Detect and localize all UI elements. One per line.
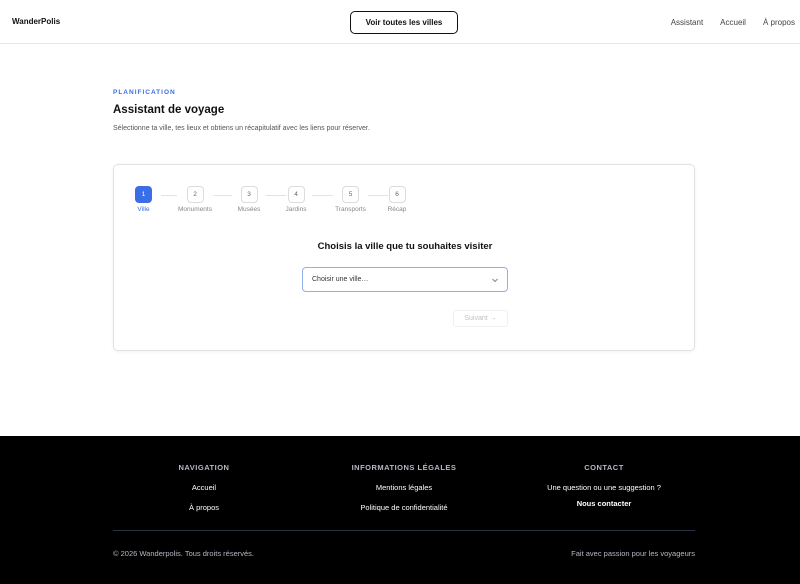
step-label: Musées (237, 206, 261, 213)
view-all-cities-button[interactable]: Voir toutes les villes (350, 11, 458, 34)
footer-copyright: © 2026 Wanderpolis. Tous droits réservés… (113, 549, 255, 558)
step-ville[interactable]: 1 Ville (135, 186, 152, 213)
top-header: WanderPolis Voir toutes les villes Assis… (0, 0, 800, 44)
footer-contact-heading: CONTACT (584, 463, 624, 472)
chevron-down-icon (492, 278, 498, 283)
step-label: Transports (335, 206, 366, 213)
step-recap[interactable]: 6 Récap (388, 186, 406, 213)
page-subtitle: Sélectionne ta ville, tes lieux et obtie… (113, 125, 370, 132)
nav-item-about[interactable]: À propos (763, 18, 795, 27)
brand-logo[interactable]: WanderPolis (12, 17, 60, 26)
nav-item-assistant[interactable]: Assistant (671, 18, 703, 27)
step-label: Jardins (285, 206, 307, 213)
step-number[interactable]: 2 (186, 186, 204, 203)
step-number[interactable]: 1 (135, 186, 152, 203)
footer-link-privacy[interactable]: Politique de confidentialité (314, 503, 494, 512)
step-number[interactable]: 4 (287, 186, 305, 203)
footer-contact-link[interactable]: Nous contacter (514, 499, 694, 508)
city-select[interactable]: Choisir une ville… (302, 267, 508, 292)
step-transports[interactable]: 5 Transports (333, 186, 368, 213)
step-connector (266, 195, 286, 196)
step-connector (161, 195, 177, 196)
footer-divider (113, 530, 695, 531)
main-nav: Assistant Accueil À propos (671, 18, 795, 27)
footer-link-about[interactable]: À propos (114, 503, 294, 512)
footer-link-legal-notice[interactable]: Mentions légales (314, 483, 494, 492)
footer-legal-column: INFORMATIONS LÉGALES Mentions légales Po… (314, 463, 494, 523)
page-title: Assistant de voyage (113, 104, 225, 116)
step-musees[interactable]: 3 Musées (232, 186, 266, 213)
nav-item-home[interactable]: Accueil (720, 18, 746, 27)
footer-contact-text: Une question ou une suggestion ? (547, 483, 661, 492)
step-number[interactable]: 6 (388, 186, 406, 203)
footer-contact-column: CONTACT Une question ou une suggestion ?… (514, 463, 694, 519)
step-connector (368, 195, 388, 196)
step-number[interactable]: 3 (240, 186, 258, 203)
step-label: Monuments (178, 206, 212, 213)
step-jardins[interactable]: 4 Jardins (286, 186, 306, 213)
wizard-card: 1 Ville 2 Monuments 3 Musées 4 Jardins 5… (113, 164, 695, 351)
section-eyebrow: PLANIFICATION (113, 89, 176, 96)
footer-link-home[interactable]: Accueil (114, 483, 294, 492)
step-connector (213, 195, 232, 196)
footer-nav-column: NAVIGATION Accueil À propos (114, 463, 294, 523)
footer-tagline: Fait avec passion pour les voyageurs (571, 549, 695, 558)
step-question: Choisis la ville que tu souhaites visite… (317, 241, 493, 252)
step-number[interactable]: 5 (342, 186, 359, 203)
next-button[interactable]: Suivant → (453, 310, 508, 327)
step-label: Ville (137, 206, 150, 213)
step-monuments[interactable]: 2 Monuments (177, 186, 213, 213)
step-label: Récap (387, 206, 407, 213)
city-select-value: Choisir une ville… (312, 276, 369, 283)
step-connector (312, 195, 333, 196)
site-footer: NAVIGATION Accueil À propos INFORMATIONS… (0, 436, 800, 584)
footer-legal-heading: INFORMATIONS LÉGALES (351, 463, 457, 472)
footer-nav-heading: NAVIGATION (178, 463, 230, 472)
